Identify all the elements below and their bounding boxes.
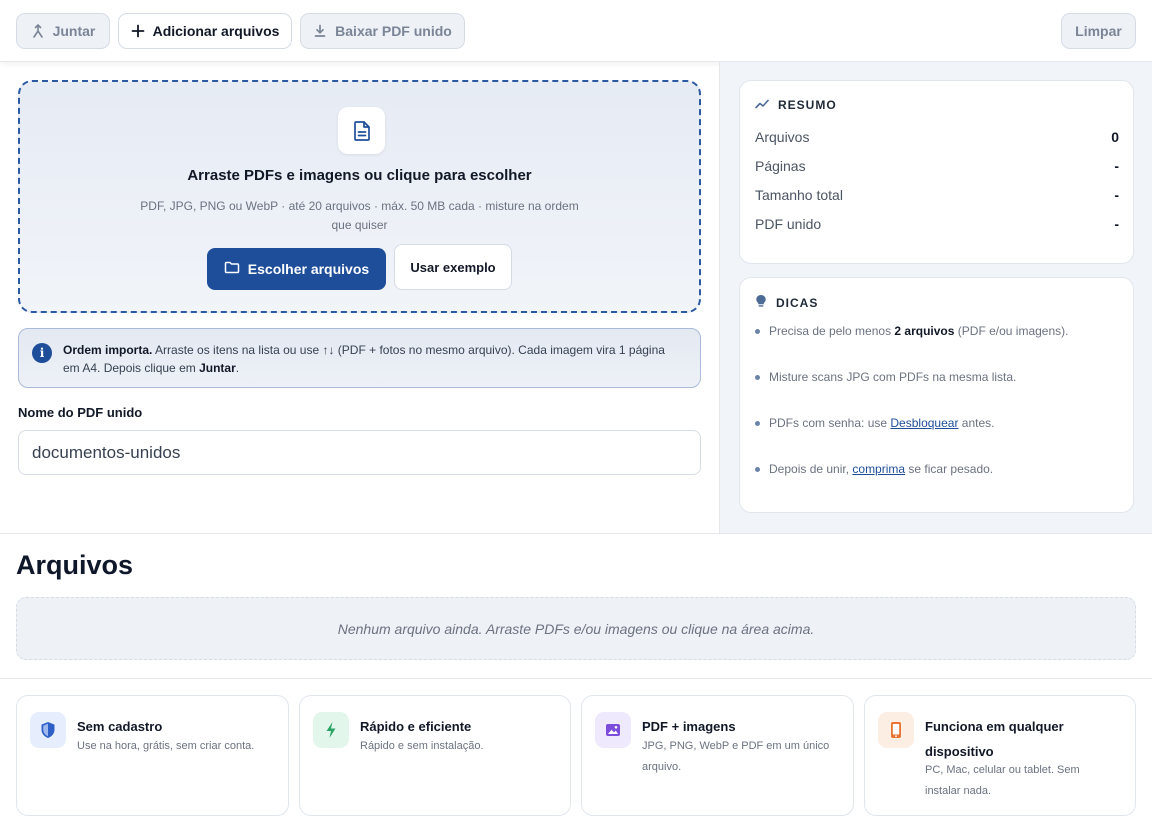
tip-text: Precisa de pelo menos	[769, 324, 895, 338]
bullet	[755, 420, 760, 426]
choose-files-label: Escolher arquivos	[247, 261, 370, 277]
tips-title: DICAS	[755, 294, 818, 311]
summary-row: PDF unido -	[755, 216, 1119, 232]
feature-desc: Rápido e sem instalação.	[360, 740, 484, 752]
bullet	[755, 328, 760, 334]
files-empty-state: Nenhum arquivo ainda. Arraste PDFs e/ou …	[16, 597, 1136, 660]
summary-row: Arquivos 0	[755, 129, 1119, 145]
output-name-input[interactable]	[18, 430, 701, 475]
bolt-icon	[313, 712, 349, 748]
file-icon	[338, 107, 385, 154]
summary-value: -	[1114, 158, 1119, 174]
tip-emph: 2 arquivos	[894, 324, 955, 338]
tips-card: DICAS Precisa de pelo menos 2 arquivos (…	[739, 277, 1134, 513]
tip-item: Misture scans JPG com PDFs na mesma list…	[755, 370, 1125, 384]
info-icon: i	[32, 343, 52, 363]
tip-item: Depois de unir, comprima se ficar pesado…	[755, 462, 1125, 476]
toolbar: Juntar Adicionar arquivos Baixar PDF uni…	[0, 0, 1152, 62]
summary-card: RESUMO Arquivos 0 Páginas - Tamanho tota…	[739, 80, 1134, 264]
lightbulb-icon	[755, 294, 767, 311]
order-info-banner: i Ordem importa. Arraste os itens na lis…	[18, 328, 701, 388]
summary-row: Páginas -	[755, 158, 1119, 174]
summary-label: Páginas	[755, 158, 806, 174]
dropzone-title: Arraste PDFs e imagens ou clique para es…	[187, 167, 532, 184]
feature-desc: PC, Mac, celular ou tablet. Sem instalar…	[925, 764, 1080, 797]
bullet	[755, 466, 760, 472]
summary-label: PDF unido	[755, 216, 822, 232]
folder-icon	[224, 261, 240, 277]
output-name-label: Nome do PDF unido	[18, 405, 143, 420]
plus-icon	[131, 24, 145, 38]
sidebar: RESUMO Arquivos 0 Páginas - Tamanho tota…	[719, 62, 1152, 533]
add-files-button-label: Adicionar arquivos	[152, 23, 280, 39]
info-end: .	[235, 361, 240, 375]
files-heading: Arquivos	[16, 550, 134, 580]
unlock-link[interactable]: Desbloquear	[890, 416, 958, 430]
tip-text: Misture scans JPG com PDFs na mesma list…	[769, 370, 1017, 384]
info-lead: Ordem importa.	[63, 343, 153, 357]
tip-text: Depois de unir,	[769, 462, 853, 476]
feature-card: Rápido e eficiente Rápido e sem instalaç…	[299, 695, 571, 816]
clear-button-label: Limpar	[1075, 23, 1122, 39]
file-dropzone[interactable]: Arraste PDFs e imagens ou clique para es…	[18, 80, 701, 313]
dropzone-subtitle: PDF, JPG, PNG ou WebP · até 20 arquivos …	[140, 199, 579, 232]
tip-item: PDFs com senha: use Desbloquear antes.	[755, 416, 1125, 430]
tip-text: (PDF e/ou imagens).	[954, 324, 1069, 338]
compress-link[interactable]: comprima	[852, 462, 905, 476]
download-button-label: Baixar PDF unido	[335, 23, 452, 39]
clear-button[interactable]: Limpar	[1061, 13, 1136, 49]
merge-button[interactable]: Juntar	[16, 13, 110, 49]
merge-icon	[31, 24, 45, 38]
merge-button-label: Juntar	[52, 23, 96, 39]
use-example-button[interactable]: Usar exemplo	[394, 244, 512, 290]
download-merged-button[interactable]: Baixar PDF unido	[300, 13, 465, 49]
shield-icon	[30, 712, 66, 748]
summary-row: Tamanho total -	[755, 187, 1119, 203]
feature-card: Funciona em qualquer dispositivo PC, Mac…	[864, 695, 1136, 816]
feature-card: Sem cadastro Use na hora, grátis, sem cr…	[16, 695, 289, 816]
add-files-button[interactable]: Adicionar arquivos	[118, 13, 292, 49]
info-body: Arraste os itens na lista ou use ↑↓ (PDF…	[63, 343, 665, 375]
feature-title: Funciona em qualquer dispositivo	[925, 719, 1064, 759]
summary-label: Tamanho total	[755, 187, 843, 203]
download-icon	[313, 24, 327, 38]
summary-title: RESUMO	[755, 98, 837, 112]
use-example-label: Usar exemplo	[410, 259, 496, 275]
phone-icon	[878, 712, 914, 748]
summary-title-text: RESUMO	[778, 98, 837, 112]
summary-value: -	[1114, 187, 1119, 203]
feature-desc: Use na hora, grátis, sem criar conta.	[77, 740, 255, 752]
tip-text: se ficar pesado.	[905, 462, 994, 476]
choose-files-button[interactable]: Escolher arquivos	[207, 248, 386, 290]
tips-title-text: DICAS	[776, 295, 819, 310]
image-icon	[595, 712, 631, 748]
summary-value: -	[1114, 216, 1119, 232]
feature-desc: JPG, PNG, WebP e PDF em um único arquivo…	[642, 740, 830, 773]
summary-value: 0	[1111, 129, 1119, 145]
feature-card: PDF + imagens JPG, PNG, WebP e PDF em um…	[581, 695, 854, 816]
tip-text: antes.	[958, 416, 995, 430]
info-text: Ordem importa. Arraste os itens na lista…	[63, 341, 683, 377]
tip-text: PDFs com senha: use	[769, 416, 891, 430]
trend-icon	[755, 98, 769, 112]
tip-item: Precisa de pelo menos 2 arquivos (PDF e/…	[755, 324, 1125, 338]
summary-label: Arquivos	[755, 129, 810, 145]
section-divider	[0, 533, 1152, 534]
section-divider	[0, 678, 1152, 679]
info-emph: Juntar	[199, 361, 236, 375]
bullet	[755, 374, 760, 380]
files-empty-text: Nenhum arquivo ainda. Arraste PDFs e/ou …	[337, 620, 815, 637]
